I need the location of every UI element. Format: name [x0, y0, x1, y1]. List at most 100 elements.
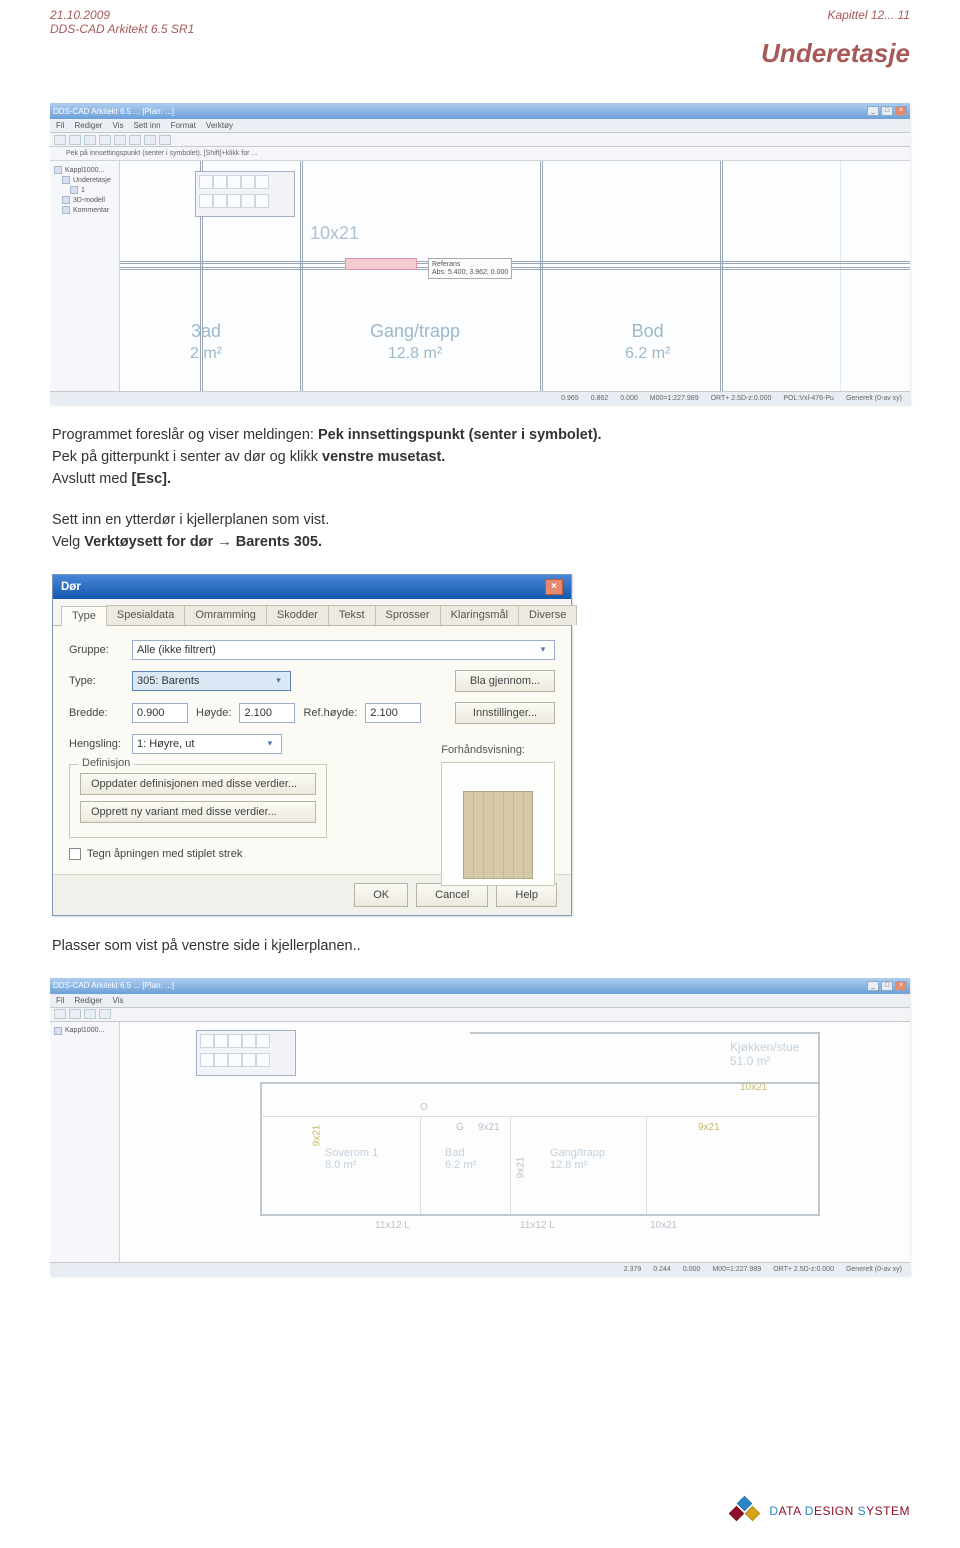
- tool-palette[interactable]: [195, 171, 295, 217]
- screenshot-bottom: DDS-CAD Arkitekt 6.5 ... [Plan: ...] _ □…: [50, 978, 910, 1276]
- ref-input[interactable]: 2.100: [365, 703, 421, 723]
- menu-item[interactable]: Format: [171, 121, 196, 130]
- menu-item[interactable]: Vis: [112, 996, 123, 1005]
- door-label-gray: 9x21: [478, 1122, 500, 1133]
- palette-icon[interactable]: [200, 1053, 214, 1067]
- tree-item[interactable]: Underetasje: [54, 175, 115, 185]
- palette-icon[interactable]: [242, 1053, 256, 1067]
- palette-icon[interactable]: [228, 1034, 242, 1048]
- toolbar-icon[interactable]: [69, 135, 81, 145]
- room-name: Gang/trapp: [550, 1147, 605, 1159]
- status-z: 0.000: [620, 395, 638, 402]
- type-combo[interactable]: 305: Barents ▾: [132, 671, 291, 691]
- tab-diverse[interactable]: Diverse: [518, 605, 577, 625]
- close-icon[interactable]: ×: [545, 579, 563, 595]
- titlebar-text: DDS-CAD Arkitekt 6.5 ... [Plan: ...]: [53, 981, 174, 990]
- menu-item[interactable]: Verktøy: [206, 121, 233, 130]
- palette-icon[interactable]: [256, 1053, 270, 1067]
- tree-item[interactable]: Kappl1000...: [54, 1026, 115, 1036]
- text-run: Velg: [52, 534, 84, 550]
- checkbox-icon[interactable]: [69, 848, 81, 860]
- palette-icon[interactable]: [228, 1053, 242, 1067]
- max-icon[interactable]: □: [881, 106, 893, 116]
- hengsling-combo[interactable]: 1: Høyre, ut ▾: [132, 734, 282, 754]
- folder-icon: [62, 176, 70, 184]
- menu-item[interactable]: Rediger: [74, 121, 102, 130]
- toolbar-icon[interactable]: [84, 135, 96, 145]
- fieldset-legend: Definisjon: [78, 757, 134, 769]
- cursor-coords: Abs: 5.400; 3.962; 0.000: [432, 269, 508, 277]
- palette-icon[interactable]: [242, 1034, 256, 1048]
- palette-icon[interactable]: [214, 1034, 228, 1048]
- ok-button[interactable]: OK: [354, 883, 408, 907]
- palette-icon[interactable]: [214, 1053, 228, 1067]
- tree-item[interactable]: Kappl1000...: [54, 165, 115, 175]
- toolbar-icon[interactable]: [54, 135, 66, 145]
- cursor-label: Referans: [432, 261, 508, 269]
- app-canvas[interactable]: 10x21 Referans Abs: 5.400; 3.962; 0.000 …: [120, 161, 910, 391]
- tab-sprosser[interactable]: Sprosser: [375, 605, 441, 625]
- tab-tekst[interactable]: Tekst: [328, 605, 376, 625]
- toolbar-icon[interactable]: [99, 1009, 111, 1019]
- toolbar-icon[interactable]: [69, 1009, 81, 1019]
- gruppe-combo[interactable]: Alle (ikke filtrert) ▾: [132, 640, 555, 660]
- max-icon[interactable]: □: [881, 981, 893, 991]
- toolbar-icon[interactable]: [84, 1009, 96, 1019]
- label-preview: Forhåndsvisning:: [441, 744, 525, 756]
- toolbar-icon[interactable]: [144, 135, 156, 145]
- palette-icon[interactable]: [255, 175, 269, 189]
- menu-item[interactable]: Rediger: [74, 996, 102, 1005]
- palette-icon[interactable]: [241, 175, 255, 189]
- new-variant-button[interactable]: Opprett ny variant med disse verdier...: [80, 801, 316, 823]
- palette-icon[interactable]: [199, 175, 213, 189]
- tool-palette[interactable]: [196, 1030, 296, 1076]
- tab-omramming[interactable]: Omramming: [184, 605, 267, 625]
- toolbar-icon[interactable]: [99, 135, 111, 145]
- palette-icon[interactable]: [255, 194, 269, 208]
- browse-button[interactable]: Bla gjennom...: [455, 670, 555, 692]
- palette-icon[interactable]: [213, 175, 227, 189]
- close-icon[interactable]: ×: [895, 106, 907, 116]
- floorplan-canvas[interactable]: Kjøkken/stue 51.0 m² Soverom 1 8.0 m² Ba…: [120, 1022, 910, 1262]
- tree-item[interactable]: Kommentar: [54, 205, 115, 215]
- tab-spesialdata[interactable]: Spesialdata: [106, 605, 186, 625]
- text-bold: Verktøysett for dør → Barents 305.: [84, 534, 322, 550]
- hoyde-input[interactable]: 2.100: [239, 703, 295, 723]
- tab-klaring[interactable]: Klaringsmål: [440, 605, 519, 625]
- menu-item[interactable]: Fil: [56, 121, 64, 130]
- brand-name: DATA DESIGN SYSTEM: [769, 1504, 910, 1518]
- palette-icon[interactable]: [227, 194, 241, 208]
- toolbar-icon[interactable]: [54, 1009, 66, 1019]
- definition-fieldset: Definisjon Oppdater definisjonen med dis…: [69, 764, 327, 838]
- palette-icon[interactable]: [256, 1034, 270, 1048]
- min-icon[interactable]: _: [867, 106, 879, 116]
- tab-type[interactable]: Type: [61, 606, 107, 626]
- tab-skodder[interactable]: Skodder: [266, 605, 329, 625]
- tree-item[interactable]: 3D-modell: [54, 195, 115, 205]
- bredde-input[interactable]: 0.900: [132, 703, 188, 723]
- update-def-button[interactable]: Oppdater definisjonen med disse verdier.…: [80, 773, 316, 795]
- palette-icon[interactable]: [199, 194, 213, 208]
- menu-item[interactable]: Fil: [56, 996, 64, 1005]
- toolbar-icon[interactable]: [159, 135, 171, 145]
- toolbar-icon[interactable]: [114, 135, 126, 145]
- dialog-titlebar[interactable]: Dør ×: [53, 575, 571, 599]
- tree-label: 3D-modell: [73, 197, 105, 204]
- help-button[interactable]: Help: [496, 883, 557, 907]
- settings-button[interactable]: Innstillinger...: [455, 702, 555, 724]
- door-thumbnail: [463, 791, 533, 879]
- cancel-button[interactable]: Cancel: [416, 883, 488, 907]
- room-area: 6.2 m²: [625, 345, 670, 362]
- menu-item[interactable]: Vis: [112, 121, 123, 130]
- palette-icon[interactable]: [200, 1034, 214, 1048]
- palette-icon[interactable]: [241, 194, 255, 208]
- palette-icon[interactable]: [227, 175, 241, 189]
- close-icon[interactable]: ×: [895, 981, 907, 991]
- tree-item[interactable]: 1: [54, 185, 115, 195]
- menu-item[interactable]: Sett inn: [133, 121, 160, 130]
- paragraph-2: Sett inn en ytterdør i kjellerplanen som…: [50, 510, 910, 554]
- palette-icon[interactable]: [213, 194, 227, 208]
- door-preview: [441, 762, 555, 886]
- toolbar-icon[interactable]: [129, 135, 141, 145]
- min-icon[interactable]: _: [867, 981, 879, 991]
